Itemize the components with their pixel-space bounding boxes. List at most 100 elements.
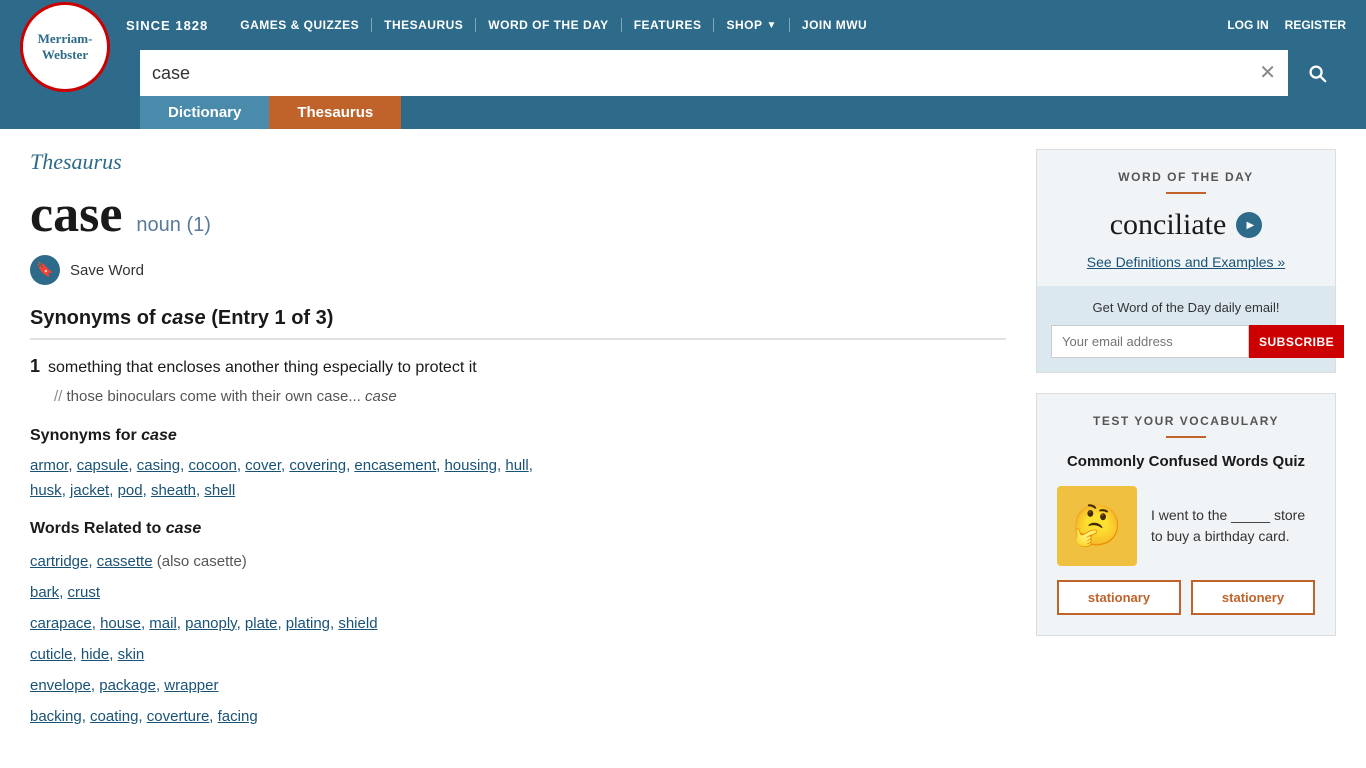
related-cassette[interactable]: cassette [97, 553, 153, 570]
example-italic-word: case [365, 388, 397, 405]
related-coating[interactable]: coating [90, 708, 138, 725]
related-hide[interactable]: hide [81, 646, 109, 663]
save-word-button[interactable]: 🔖 [30, 255, 60, 285]
wod-see-link[interactable]: See Definitions and Examples » [1087, 254, 1285, 270]
related-bark[interactable]: bark [30, 584, 59, 601]
related-package[interactable]: package [99, 677, 156, 694]
synonym-sheath[interactable]: sheath [151, 482, 196, 499]
wod-label: WORD OF THE DAY [1057, 170, 1315, 184]
nav-games-quizzes[interactable]: GAMES & QUIZZES [228, 18, 372, 32]
related-mail[interactable]: mail [149, 615, 177, 632]
related-note-1: (also casette) [157, 553, 247, 570]
quiz-emoji: 🤔 [1072, 502, 1122, 549]
word-main: case [30, 189, 122, 241]
synonym-casing[interactable]: casing [137, 457, 180, 474]
synonyms-heading: Synonyms for case [30, 427, 1006, 445]
content-area: Thesaurus case noun (1) 🔖 Save Word Syno… [30, 149, 1006, 734]
logo-text-line1: Merriam- [38, 31, 93, 47]
quiz-question: I went to the _____ store to buy a birth… [1151, 505, 1315, 547]
word-heading: case noun (1) [30, 189, 1006, 241]
synonym-hull[interactable]: hull [505, 457, 528, 474]
nav-word-of-the-day[interactable]: WORD OF THE DAY [476, 18, 621, 32]
wod-word: conciliate [1110, 208, 1227, 242]
since-text: SINCE 1828 [120, 18, 208, 33]
synonym-cover[interactable]: cover [245, 457, 281, 474]
related-cartridge[interactable]: cartridge [30, 553, 88, 570]
nav-thesaurus[interactable]: THESAURUS [372, 18, 476, 32]
related-backing[interactable]: backing [30, 708, 82, 725]
related-group-4: cuticle, hide, skin [30, 641, 1006, 668]
related-house[interactable]: house [100, 615, 141, 632]
related-cuticle[interactable]: cuticle [30, 646, 73, 663]
search-submit-button[interactable] [1288, 50, 1346, 96]
related-coverture[interactable]: coverture [147, 708, 210, 725]
synonym-pod[interactable]: pod [118, 482, 143, 499]
wod-email-label: Get Word of the Day daily email! [1051, 300, 1321, 315]
wod-underline [1166, 192, 1206, 194]
related-plating[interactable]: plating [286, 615, 330, 632]
nav-join-mwu[interactable]: JOIN MWU [790, 18, 879, 32]
slash-mark: // [54, 388, 67, 405]
related-envelope[interactable]: envelope [30, 677, 91, 694]
synonym-capsule[interactable]: capsule [77, 457, 129, 474]
related-group-6: backing, coating, coverture, facing [30, 703, 1006, 730]
related-carapace[interactable]: carapace [30, 615, 92, 632]
wod-card: WORD OF THE DAY conciliate ▶ See Definit… [1036, 149, 1336, 373]
synonym-husk[interactable]: husk [30, 482, 62, 499]
bookmark-icon: 🔖 [36, 262, 53, 279]
synonym-housing[interactable]: housing [444, 457, 497, 474]
example-text: those binoculars come with their own cas… [67, 388, 349, 405]
quiz-image: 🤔 [1057, 486, 1137, 566]
synonym-armor[interactable]: armor [30, 457, 68, 474]
quiz-title: Commonly Confused Words Quiz [1057, 452, 1315, 472]
login-link[interactable]: LOG IN [1227, 18, 1268, 32]
tab-bar: Dictionary Thesaurus [140, 96, 1346, 129]
nav-shop[interactable]: SHOP ▼ [714, 18, 789, 32]
search-area: ✕ Dictionary Thesaurus [140, 50, 1346, 129]
synonym-shell[interactable]: shell [204, 482, 235, 499]
quiz-label: TEST YOUR VOCABULARY [1057, 414, 1315, 428]
related-plate[interactable]: plate [245, 615, 278, 632]
logo-text-line2: Webster [42, 47, 88, 63]
main-container: Thesaurus case noun (1) 🔖 Save Word Syno… [0, 129, 1366, 754]
synonym-cocoon[interactable]: cocoon [188, 457, 236, 474]
search-clear-button[interactable]: ✕ [1247, 63, 1288, 83]
quiz-card-content: 🤔 I went to the _____ store to buy a bir… [1057, 486, 1315, 566]
related-crust[interactable]: crust [68, 584, 101, 601]
wod-subscribe-button[interactable]: SUBSCRIBE [1249, 325, 1344, 358]
tab-thesaurus[interactable]: Thesaurus [269, 96, 401, 129]
related-wrapper[interactable]: wrapper [164, 677, 218, 694]
search-input[interactable] [140, 50, 1247, 96]
related-heading: Words Related to case [30, 520, 1006, 538]
related-facing[interactable]: facing [218, 708, 258, 725]
quiz-underline [1166, 436, 1206, 438]
quiz-card: TEST YOUR VOCABULARY Commonly Confused W… [1036, 393, 1336, 636]
register-link[interactable]: REGISTER [1285, 18, 1346, 32]
definition-block: 1 something that encloses another thing … [30, 356, 1006, 409]
example-sentence: // those binoculars come with their own … [30, 386, 1006, 409]
def-number: 1 [30, 356, 40, 377]
def-row: 1 something that encloses another thing … [30, 356, 1006, 380]
nav-features[interactable]: FEATURES [622, 18, 715, 32]
quiz-option-stationary[interactable]: stationary [1057, 580, 1181, 615]
audio-button[interactable]: ▶ [1236, 212, 1262, 238]
related-panoply[interactable]: panoply [185, 615, 236, 632]
tab-dictionary[interactable]: Dictionary [140, 96, 269, 129]
main-nav: GAMES & QUIZZES THESAURUS WORD OF THE DA… [228, 18, 1227, 32]
wod-email-input[interactable] [1051, 325, 1249, 358]
search-row: ✕ Dictionary Thesaurus [0, 50, 1366, 129]
logo[interactable]: Merriam- Webster [20, 2, 110, 92]
chevron-down-icon: ▼ [766, 20, 776, 31]
related-shield[interactable]: shield [338, 615, 377, 632]
quiz-option-stationery[interactable]: stationery [1191, 580, 1315, 615]
header-top: Merriam- Webster SINCE 1828 GAMES & QUIZ… [0, 0, 1366, 50]
save-word-row: 🔖 Save Word [30, 255, 1006, 285]
related-skin[interactable]: skin [118, 646, 145, 663]
sidebar: WORD OF THE DAY conciliate ▶ See Definit… [1036, 149, 1336, 734]
search-icon [1306, 62, 1328, 84]
synonym-covering[interactable]: covering [289, 457, 346, 474]
synonym-jacket[interactable]: jacket [70, 482, 109, 499]
synonym-encasement[interactable]: encasement [354, 457, 436, 474]
related-section: Words Related to case cartridge, cassett… [30, 520, 1006, 730]
word-pos: noun (1) [136, 214, 211, 237]
